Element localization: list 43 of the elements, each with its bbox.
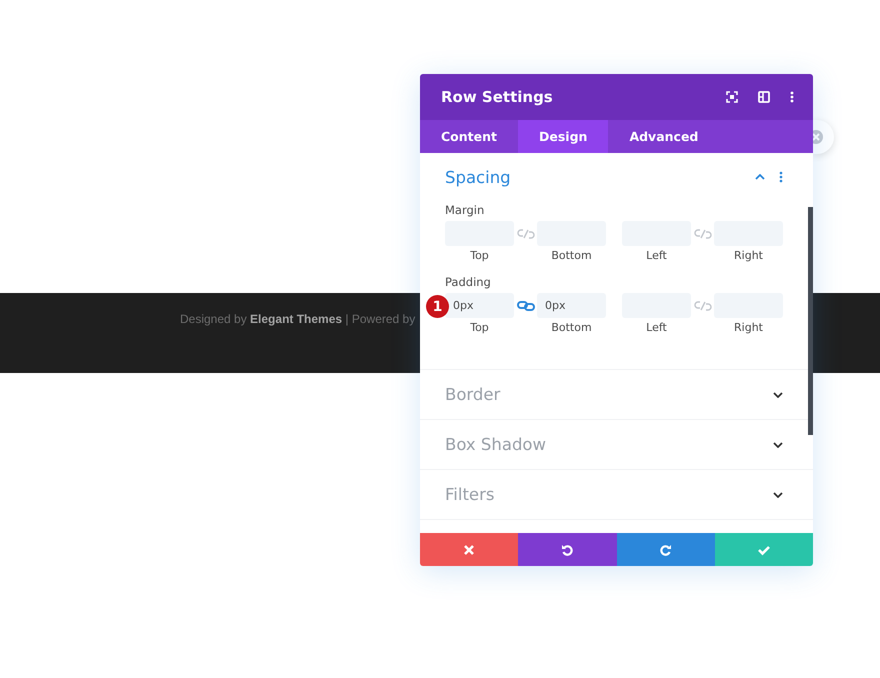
link-icon[interactable] — [517, 300, 535, 312]
input-field[interactable]: 0px — [537, 293, 606, 318]
field-label: Margin — [445, 203, 486, 219]
redo-button[interactable] — [616, 533, 715, 566]
redo-icon — [660, 544, 672, 556]
modal-title: Row Settings — [441, 88, 553, 106]
undo-icon — [561, 544, 574, 556]
unlink-icon[interactable] — [694, 228, 712, 240]
expand-chevron-icon[interactable] — [773, 492, 783, 498]
expand-chevron-icon[interactable] — [773, 392, 783, 398]
unlink-icon[interactable] — [694, 300, 712, 312]
save-button[interactable] — [714, 533, 813, 566]
field-caption: Right — [734, 321, 763, 336]
field-caption: Left — [646, 321, 667, 336]
unlink-icon[interactable] — [517, 228, 535, 240]
section-title[interactable]: Filters — [445, 485, 494, 504]
close-icon — [463, 544, 476, 556]
tab[interactable]: Content — [420, 120, 518, 153]
undo-button[interactable] — [518, 533, 616, 566]
field-caption: Top — [470, 321, 489, 336]
scrollbar[interactable] — [808, 207, 813, 435]
field-label: Padding — [445, 275, 492, 291]
field-caption: Left — [646, 249, 667, 264]
cancel-button[interactable] — [420, 533, 518, 566]
tab[interactable]: Advanced — [608, 120, 720, 153]
expand-icon[interactable] — [726, 91, 738, 103]
check-icon — [758, 544, 770, 556]
footer-credit: Designed by Elegant Themes | Powered by — [180, 312, 416, 326]
field-caption: Right — [734, 249, 763, 264]
side-button[interactable] — [813, 120, 834, 154]
field-caption: Bottom — [551, 249, 592, 264]
tab[interactable]: Design — [518, 120, 608, 153]
field-caption: Top — [470, 249, 489, 264]
field-caption: Bottom — [551, 321, 592, 336]
more-icon[interactable] — [779, 171, 783, 183]
collapse-icon[interactable] — [755, 174, 765, 180]
section-title[interactable]: Spacing — [445, 168, 511, 186]
section-title[interactable]: Box Shadow — [445, 435, 546, 454]
more-icon[interactable] — [790, 91, 794, 103]
section-title[interactable]: Border — [445, 385, 500, 404]
layout-icon[interactable] — [758, 91, 770, 103]
expand-chevron-icon[interactable] — [773, 442, 783, 448]
input-field[interactable]: 0px — [445, 293, 514, 318]
